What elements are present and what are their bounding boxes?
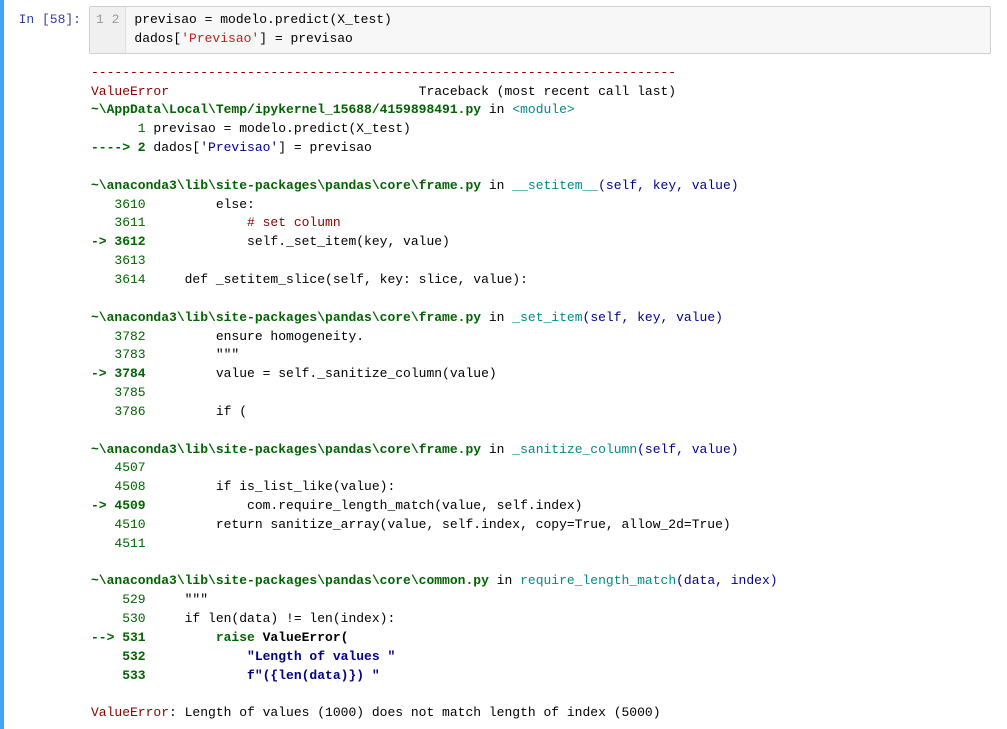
frame1-path: ~\AppData\Local\Temp/ipykernel_15688/415…: [91, 102, 481, 117]
tb-header: Traceback (most recent call last): [169, 84, 676, 99]
frame2-path: ~\anaconda3\lib\site-packages\pandas\cor…: [91, 178, 481, 193]
f5-531a: --> 531: [91, 630, 146, 645]
f2-3612a: -> 3612: [91, 234, 146, 249]
frame3-args: (self, key, value): [583, 310, 723, 325]
frame3-path: ~\anaconda3\lib\site-packages\pandas\cor…: [91, 310, 481, 325]
frame3-func: _set_item: [512, 310, 582, 325]
tb-dashes: ----------------------------------------…: [91, 65, 676, 80]
f3-3783t: """: [146, 347, 240, 362]
f1-arrow: ----> 2: [91, 140, 146, 155]
frame1-in: in: [481, 102, 512, 117]
code-input-area[interactable]: 1 2 previsao = modelo.predict(X_test) da…: [89, 6, 991, 54]
f5-532t: "Length of values ": [146, 649, 396, 664]
f5-530t: if len(data) != len(index):: [146, 611, 396, 626]
f3-3786n: 3786: [91, 404, 146, 419]
frame4-args: (self, value): [637, 442, 738, 457]
f4-4509a: -> 4509: [91, 498, 146, 513]
f2-3614n: 3614: [91, 272, 146, 287]
f5-529n: 529: [91, 592, 146, 607]
f5-529t: """: [146, 592, 208, 607]
f4-4510n: 4510: [91, 517, 146, 532]
f4-4508t: if is_list_like(value):: [146, 479, 396, 494]
error-type: ValueError: [91, 84, 169, 99]
f3-3782t: ensure homogeneity.: [146, 329, 364, 344]
frame5-in: in: [489, 573, 520, 588]
f4-4509t: com.require_length_match(value, self.ind…: [146, 498, 583, 513]
f1-code2-str: 'Previsao': [200, 140, 278, 155]
f5-530n: 530: [91, 611, 146, 626]
frame4-path: ~\anaconda3\lib\site-packages\pandas\cor…: [91, 442, 481, 457]
f5-531-raise: raise: [146, 630, 255, 645]
f3-3785n: 3785: [91, 385, 146, 400]
f4-4508n: 4508: [91, 479, 146, 494]
f3-3782n: 3782: [91, 329, 146, 344]
f3-3783n: 3783: [91, 347, 146, 362]
frame5-path: ~\anaconda3\lib\site-packages\pandas\cor…: [91, 573, 489, 588]
f2-3612t: self._set_item(key, value): [146, 234, 450, 249]
input-prompt: In [58]:: [4, 6, 89, 723]
f5-533n: 533: [91, 668, 146, 683]
f1-code2a: dados[: [146, 140, 201, 155]
f5-532n: 532: [91, 649, 146, 664]
f1-code1: previsao = modelo.predict(X_test): [146, 121, 411, 136]
f4-4511n: 4511: [91, 536, 146, 551]
f2-3610t: else:: [146, 197, 255, 212]
f4-4510t: return sanitize_array(value, self.index,…: [146, 517, 731, 532]
f1-ln1: 1: [91, 121, 146, 136]
f1-code2c: ] = previsao: [278, 140, 372, 155]
line-number-gutter: 1 2: [90, 7, 126, 53]
f5-531-rest: ValueError(: [255, 630, 349, 645]
f2-3614t: def _setitem_slice(self, key: slice, val…: [146, 272, 528, 287]
f2-3611t: # set column: [146, 215, 341, 230]
output-traceback: ----------------------------------------…: [89, 64, 991, 724]
frame3-in: in: [481, 310, 512, 325]
frame4-func: _sanitize_column: [512, 442, 637, 457]
f2-3613n: 3613: [91, 253, 146, 268]
notebook-cell: In [58]: 1 2 previsao = modelo.predict(X…: [0, 0, 1007, 729]
code-line-2a: dados[: [134, 31, 181, 46]
code-line-2-str: 'Previsao': [181, 31, 259, 46]
f3-3784t: value = self._sanitize_column(value): [146, 366, 497, 381]
f2-3611n: 3611: [91, 215, 146, 230]
frame2-args: (self, key, value): [598, 178, 738, 193]
code-line-1: previsao = modelo.predict(X_test): [134, 12, 391, 27]
frame1-func: <module>: [512, 102, 574, 117]
f2-3610n: 3610: [91, 197, 146, 212]
final-error-type: ValueError: [91, 705, 169, 720]
frame5-func: require_length_match: [520, 573, 676, 588]
frame4-in: in: [481, 442, 512, 457]
frame5-args: (data, index): [676, 573, 777, 588]
final-error-msg: : Length of values (1000) does not match…: [169, 705, 660, 720]
frame2-in: in: [481, 178, 512, 193]
frame2-func: __setitem__: [512, 178, 598, 193]
f3-3786t: if (: [146, 404, 247, 419]
code-line-2c: ] = previsao: [259, 31, 353, 46]
f5-533t: f"({len(data)}) ": [146, 668, 380, 683]
code-content[interactable]: previsao = modelo.predict(X_test) dados[…: [126, 7, 399, 53]
f4-4507n: 4507: [91, 460, 146, 475]
cell-body: 1 2 previsao = modelo.predict(X_test) da…: [89, 6, 1007, 723]
f3-3784a: -> 3784: [91, 366, 146, 381]
